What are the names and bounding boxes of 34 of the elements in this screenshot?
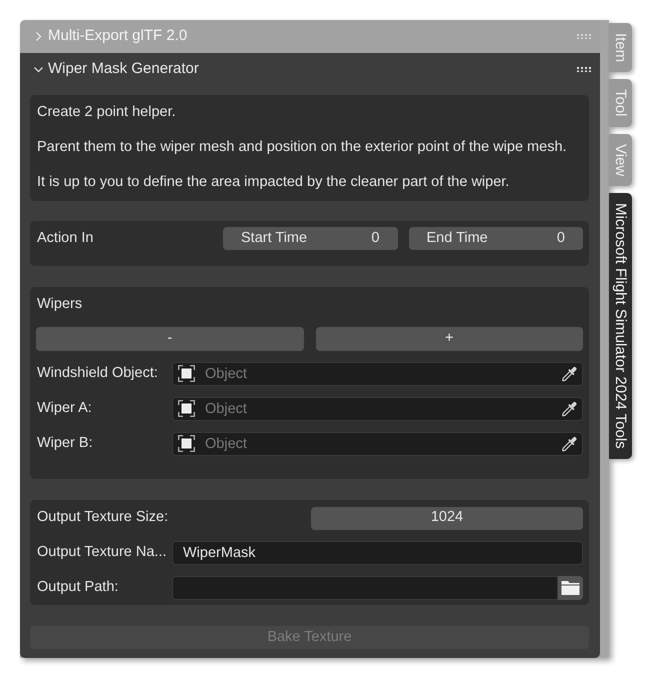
eyedropper-icon[interactable]: [560, 434, 578, 452]
field-label: Output Texture Na...: [37, 543, 166, 562]
field-label: Action In: [37, 228, 94, 248]
field-label: Windshield Object:: [37, 364, 158, 384]
number-field[interactable]: Start Time 0: [223, 227, 398, 250]
description-text: Parent them to the wiper mesh and position on the exterior point of the wipe mesh.: [37, 138, 567, 157]
object-icon: [178, 400, 195, 417]
chevron-right-icon: [34, 32, 43, 41]
object-field[interactable]: Object: [172, 397, 583, 421]
folder-icon: [561, 580, 580, 596]
description-text: It is up to you to define the area impacted by the cleaner part of the wiper.: [37, 173, 510, 192]
object-icon: [178, 365, 195, 382]
chevron-down-icon: [34, 65, 43, 74]
sidebar-tab[interactable]: Microsoft Flight Simulator 2024 Tools: [609, 192, 632, 459]
field-label: Output Texture Size:: [37, 508, 168, 528]
description-text: Create 2 point helper.: [37, 103, 176, 122]
object-field[interactable]: Object: [172, 432, 583, 456]
number-field[interactable]: 1024: [311, 506, 583, 530]
text-field[interactable]: WiperMask: [172, 541, 583, 565]
field-label: Wiper B:: [37, 434, 93, 454]
path-field[interactable]: [172, 576, 558, 600]
eyedropper-icon[interactable]: [560, 364, 578, 382]
folder-button[interactable]: [558, 576, 583, 600]
plus-button[interactable]: +: [316, 327, 583, 351]
number-field[interactable]: End Time 0: [408, 227, 583, 250]
minus-button[interactable]: -: [36, 327, 304, 351]
object-field[interactable]: Object: [172, 362, 583, 386]
grip-icon[interactable]: [577, 34, 591, 40]
field-label: Wiper A:: [37, 399, 92, 418]
object-icon: [178, 435, 195, 452]
section-title: Wipers: [36, 295, 82, 314]
grip-icon[interactable]: [577, 66, 591, 72]
eyedropper-icon[interactable]: [560, 400, 578, 418]
field-label: Output Path:: [37, 578, 118, 598]
